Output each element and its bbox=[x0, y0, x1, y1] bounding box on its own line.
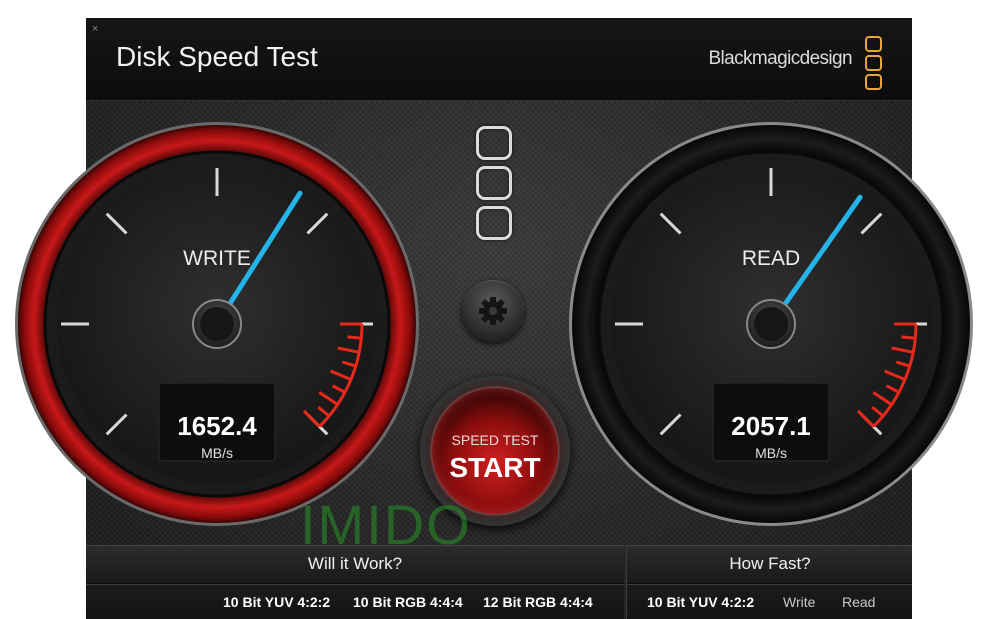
how-fast-title: How Fast? bbox=[729, 554, 811, 573]
brand-name: Blackmagicdesign bbox=[708, 48, 852, 69]
watermark: IMIDO bbox=[300, 493, 472, 556]
write-label: WRITE bbox=[183, 247, 251, 270]
gauge-hub-center bbox=[200, 307, 234, 341]
gear-icon bbox=[479, 297, 507, 325]
read-value: 2057.1 bbox=[731, 411, 811, 441]
will-it-work-title: Will it Work? bbox=[307, 554, 403, 573]
how-fast-read-column: Read bbox=[842, 594, 876, 610]
how-fast-format: 10 Bit YUV 4:2:2 bbox=[647, 594, 755, 610]
settings-button[interactable] bbox=[462, 280, 524, 342]
center-logo-icon bbox=[476, 126, 512, 246]
redline-tick bbox=[901, 335, 916, 340]
divider bbox=[86, 583, 624, 584]
app-title: Disk Speed Test bbox=[116, 41, 318, 72]
format-12bit-rgb-444: 12 Bit RGB 4:4:4 bbox=[483, 594, 593, 610]
format-10bit-yuv-422: 10 Bit YUV 4:2:2 bbox=[223, 594, 331, 610]
divider bbox=[627, 583, 912, 584]
read-label: READ bbox=[742, 247, 800, 270]
write-value: 1652.4 bbox=[177, 411, 257, 441]
start-caption: SPEED TEST bbox=[451, 432, 539, 448]
close-icon[interactable]: × bbox=[92, 24, 98, 35]
gauge-hub-center bbox=[754, 307, 788, 341]
start-label: START bbox=[449, 452, 541, 483]
write-gauge: WRITE 1652.4 MB/s bbox=[15, 122, 419, 526]
read-gauge: READ 2057.1 MB/s bbox=[569, 122, 973, 526]
title-bar: × Disk Speed Test Blackmagicdesign bbox=[86, 18, 912, 101]
blackmagic-logo-icon bbox=[865, 36, 882, 93]
write-unit: MB/s bbox=[201, 445, 233, 461]
how-fast-panel: How Fast? 10 Bit YUV 4:2:2 Write Read bbox=[626, 545, 912, 619]
read-unit: MB/s bbox=[755, 445, 787, 461]
how-fast-write-column: Write bbox=[783, 594, 816, 610]
redline-tick bbox=[347, 335, 362, 340]
format-10bit-rgb-444: 10 Bit RGB 4:4:4 bbox=[353, 594, 463, 610]
